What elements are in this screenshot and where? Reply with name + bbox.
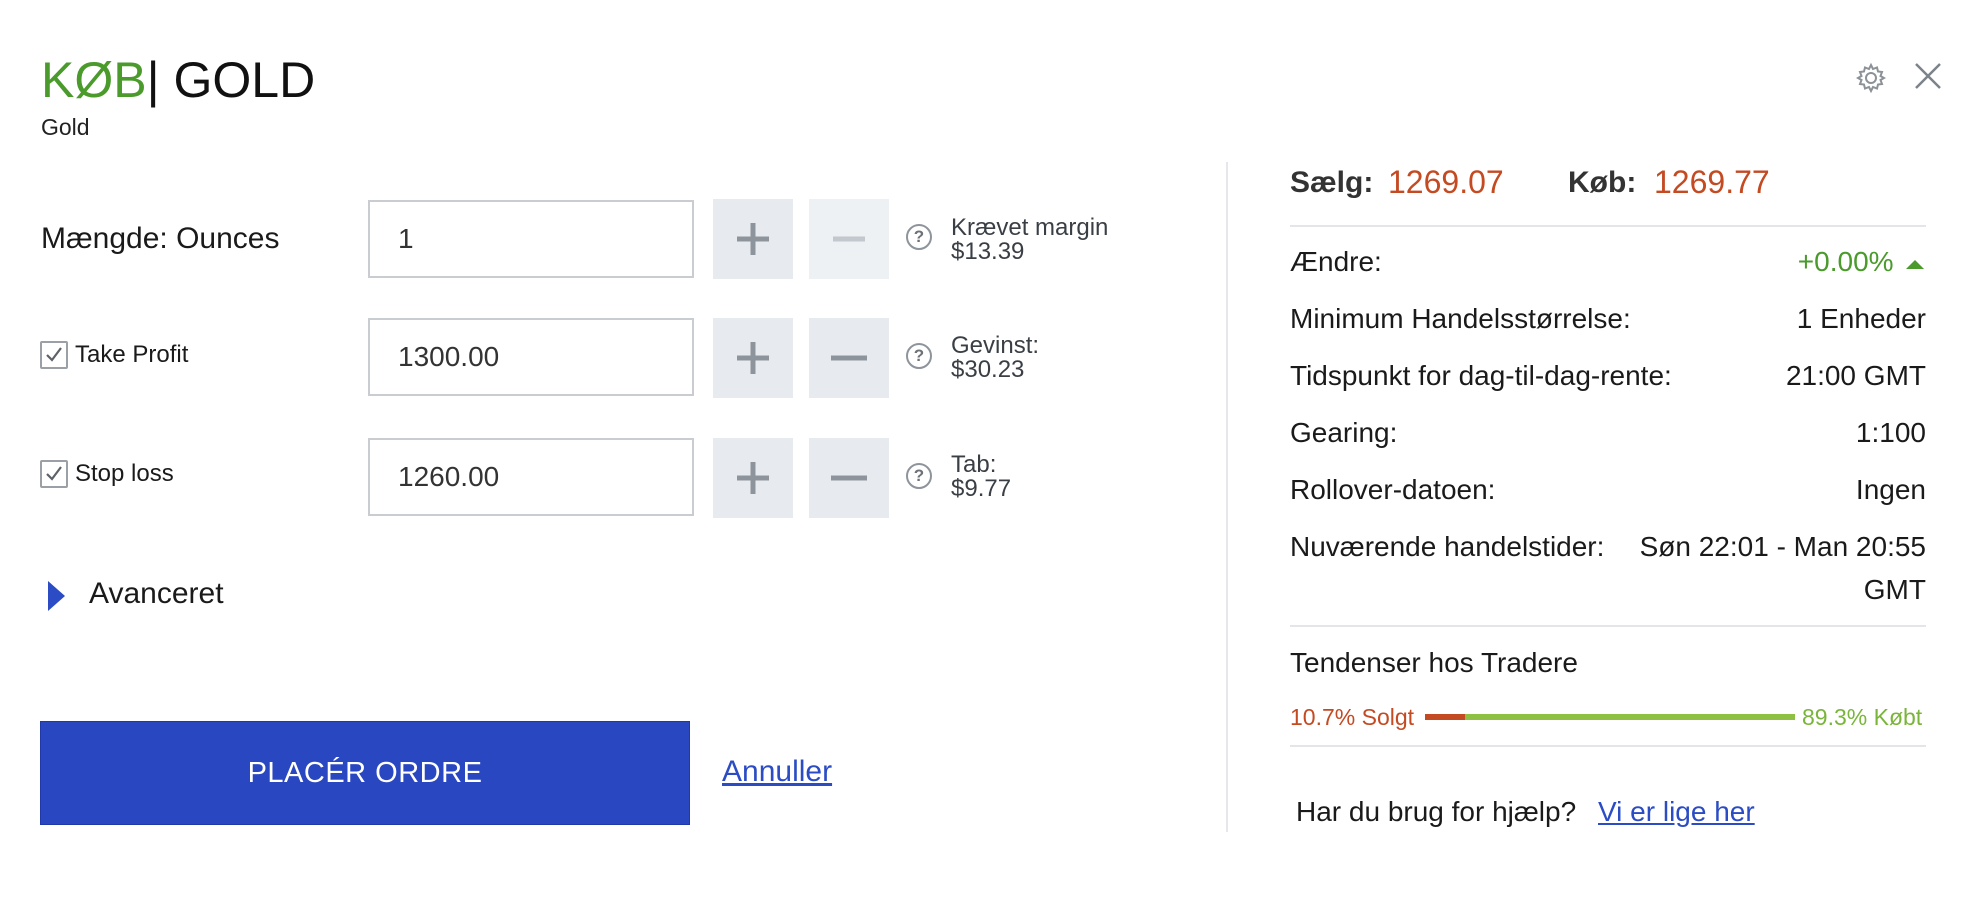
triangle-right-icon[interactable] (48, 581, 65, 611)
sold-percent-label: 10.7% Solgt (1290, 704, 1415, 730)
bought-percent-label: 89.3% Købt (1802, 704, 1923, 730)
place-order-button[interactable]: PLACÉR ORDRE (40, 721, 690, 825)
loss-value: $9.77 (951, 475, 1012, 502)
checkmark-icon (46, 347, 62, 362)
checkmark-icon (46, 466, 62, 481)
stop-loss-decrease-button[interactable] (809, 438, 889, 518)
minus-icon (831, 355, 867, 361)
profit-help-icon[interactable]: ? (906, 343, 932, 369)
take-profit-input[interactable]: 1300.00 (368, 318, 694, 396)
trading-hours-value-cont: GMT (1863, 574, 1926, 605)
divider (1290, 745, 1926, 747)
rollover-value: Ingen (1855, 474, 1926, 505)
sell-price: 1269.07 (1388, 164, 1504, 200)
required-margin-label: Krævet margin (951, 214, 1109, 241)
change-value-group: +0.00% (1798, 246, 1926, 278)
take-profit-decrease-button[interactable] (809, 318, 889, 398)
help-prompt: Har du brug for hjælp? (1296, 796, 1577, 827)
plus-icon (737, 342, 769, 374)
instrument-subtitle: Gold (41, 114, 90, 140)
close-icon[interactable] (1908, 56, 1948, 96)
title-separator: | (146, 52, 160, 108)
triangle-up-icon (1906, 260, 1924, 269)
stop-loss-checkbox[interactable] (40, 460, 68, 488)
profit-label: Gevinst: (951, 332, 1040, 359)
loss-help-icon[interactable]: ? (906, 463, 932, 489)
bought-sentiment-bar (1465, 714, 1795, 720)
cancel-link[interactable]: Annuller (722, 755, 832, 789)
margin-help-icon[interactable]: ? (906, 224, 932, 250)
trading-hours-value: Søn 22:01 - Man 20:55 (1639, 531, 1926, 562)
min-trade-size-value: 1 Enheder (1796, 303, 1926, 334)
rollover-label: Rollover-datoen: (1290, 474, 1496, 505)
stop-loss-increase-button[interactable] (713, 438, 793, 518)
buy-price: 1269.77 (1654, 164, 1770, 200)
trader-sentiment-title: Tendenser hos Tradere (1290, 647, 1578, 678)
divider (1290, 625, 1926, 627)
advanced-toggle[interactable]: Avanceret (89, 577, 224, 611)
trading-hours-label: Nuværende handelstider: (1290, 531, 1605, 562)
profit-value: $30.23 (951, 356, 1025, 383)
minus-icon (831, 475, 867, 481)
sell-label: Sælg: (1290, 166, 1374, 199)
instrument-name: GOLD (173, 52, 316, 108)
take-profit-label: Take Profit (75, 341, 189, 368)
required-margin-value: $13.39 (951, 238, 1025, 265)
leverage-label: Gearing: (1290, 417, 1398, 448)
quantity-decrease-button[interactable] (809, 199, 889, 279)
change-value: +0.00% (1797, 246, 1894, 277)
take-profit-checkbox[interactable] (40, 341, 68, 369)
divider (1290, 225, 1926, 227)
take-profit-increase-button[interactable] (713, 318, 793, 398)
leverage-value: 1:100 (1855, 417, 1926, 448)
quantity-label: Mængde: Ounces (41, 222, 280, 255)
page-title: KØB| GOLD (41, 50, 315, 110)
trade-direction: KØB (41, 52, 147, 108)
stop-loss-input[interactable]: 1260.00 (368, 438, 694, 516)
plus-icon (737, 462, 769, 494)
buy-label: Køb: (1568, 166, 1637, 199)
help-link[interactable]: Vi er lige her (1598, 796, 1755, 828)
stop-loss-label: Stop loss (75, 460, 174, 487)
min-trade-size-label: Minimum Handelsstørrelse: (1290, 303, 1631, 334)
loss-label: Tab: (951, 451, 997, 478)
sold-sentiment-bar (1425, 714, 1465, 720)
change-label: Ændre: (1290, 246, 1382, 277)
quantity-input[interactable]: 1 (368, 200, 694, 278)
panel-divider (1226, 162, 1228, 832)
quantity-increase-button[interactable] (713, 199, 793, 279)
overnight-time-value: 21:00 GMT (1785, 360, 1926, 391)
gear-icon[interactable] (1853, 60, 1889, 96)
overnight-time-label: Tidspunkt for dag-til-dag-rente: (1290, 360, 1672, 391)
minus-icon (833, 236, 865, 242)
plus-icon (737, 223, 769, 255)
